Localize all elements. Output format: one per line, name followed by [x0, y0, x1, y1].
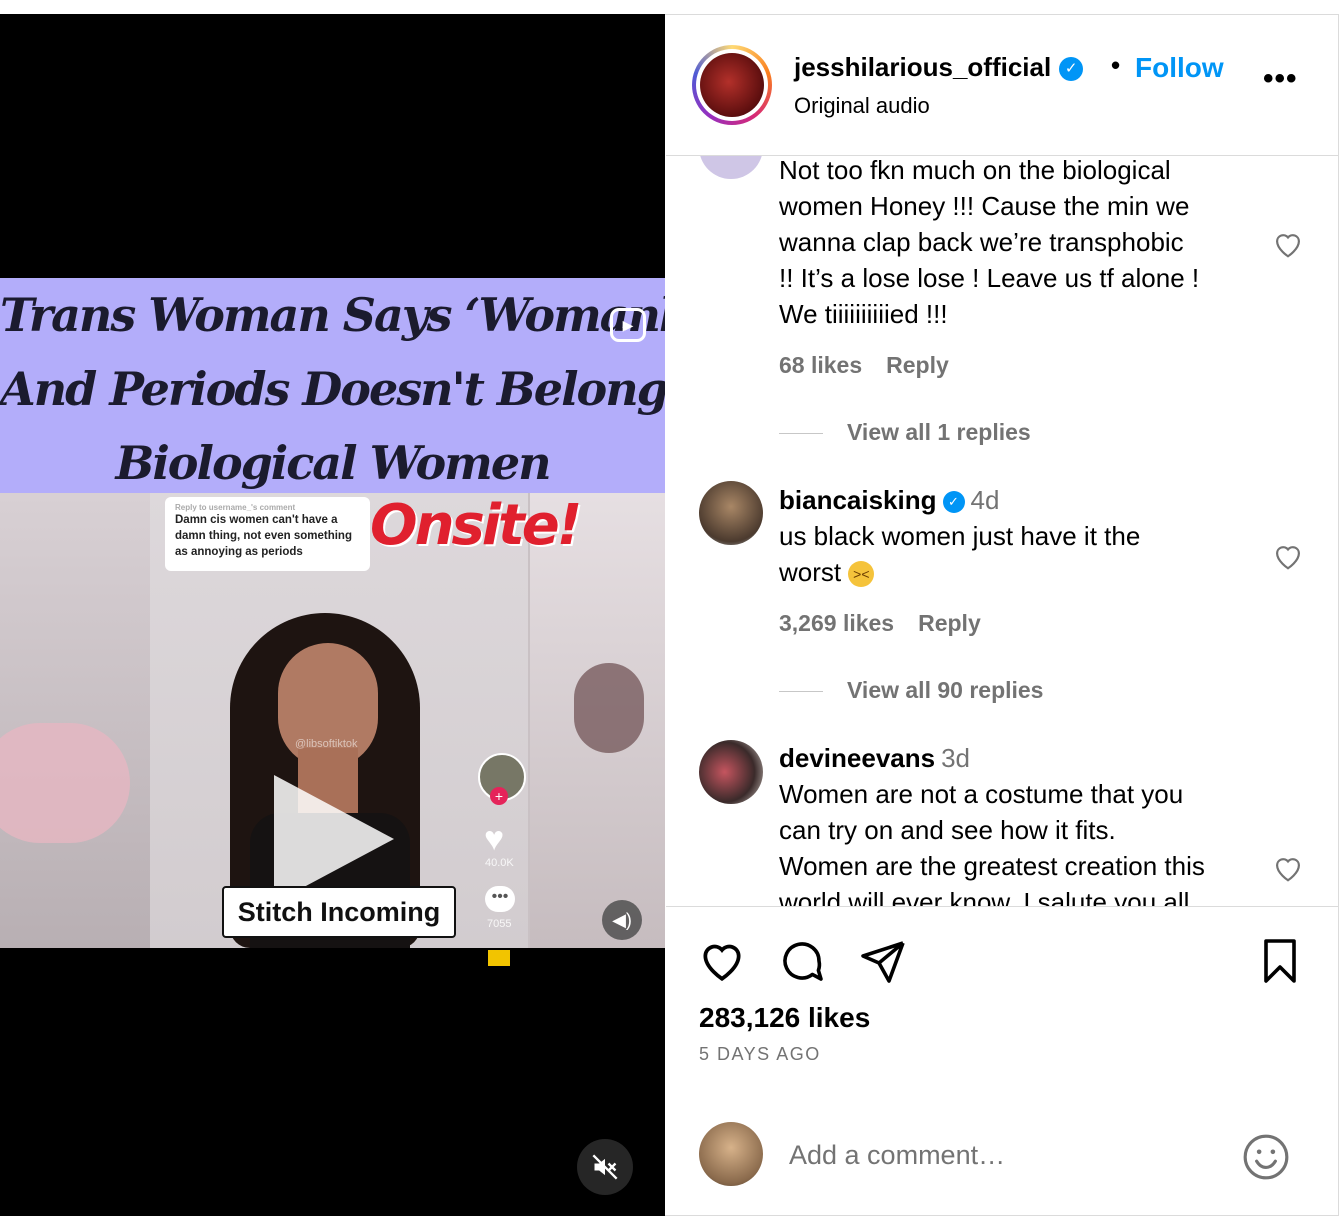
comment-like-heart-icon[interactable]: [1271, 853, 1305, 883]
video-frame[interactable]: Trans Woman Says ‘Womanhood’ And Periods…: [0, 278, 665, 948]
separator-dot: •: [1111, 50, 1121, 80]
comment-line: !! It’s a lose lose ! Leave us tf alone …: [779, 263, 1200, 293]
video-player[interactable]: Trans Woman Says ‘Womanhood’ And Periods…: [0, 14, 665, 1216]
emoji-icon[interactable]: [1241, 1132, 1291, 1182]
current-user-avatar: [699, 1122, 763, 1186]
comment-line: world will ever know. I salute you all: [779, 887, 1190, 907]
comment-like-heart-icon[interactable]: [1271, 541, 1305, 571]
comment-line: We tiiiiiiiiiied !!!: [779, 299, 948, 329]
comment-meta: 68 likes Reply: [779, 352, 949, 379]
comment-input[interactable]: Add a comment…: [789, 1140, 1005, 1171]
verified-icon: ✓: [942, 491, 965, 514]
view-replies-label[interactable]: View all 90 replies: [847, 677, 1043, 703]
bubble-header: Reply to username_'s comment: [175, 503, 296, 512]
scene-left-panel: [0, 493, 150, 948]
banner-line: And Periods Doesn't Belong To: [0, 362, 665, 416]
stitch-caption: Stitch Incoming: [222, 886, 456, 938]
scene-pink-blur: [0, 723, 130, 843]
author-avatar[interactable]: [692, 45, 772, 125]
tiktok-share-icon: [488, 950, 510, 966]
bubble-text: Damn cis women can't have a damn thing, …: [175, 514, 352, 558]
tired-face-emoji: ><: [848, 561, 875, 588]
watermark: @libsoftiktok: [295, 738, 358, 750]
share-icon[interactable]: [859, 937, 907, 985]
comment-line: Women are the greatest creation this: [779, 851, 1205, 881]
comments-list[interactable]: Not too fkn much on the biological women…: [666, 156, 1338, 907]
play-icon[interactable]: [274, 775, 394, 903]
view-replies-button[interactable]: View all 90 replies: [779, 677, 1043, 704]
reply-bubble: Reply to username_'s comment Damn cis wo…: [165, 497, 370, 571]
comment-line: can try on and see how it fits.: [779, 815, 1116, 845]
audio-link[interactable]: Original audio: [794, 93, 930, 119]
tiktok-likes-count: 40.0K: [485, 857, 514, 869]
tiktok-comment-icon: •••: [485, 886, 515, 912]
comment-time: 3d: [941, 743, 971, 773]
comment-line: Not too fkn much on the biological: [779, 156, 1171, 185]
comment-avatar[interactable]: [699, 740, 763, 804]
heart-icon[interactable]: [697, 937, 747, 983]
author-username[interactable]: jesshilarious_official ✓: [794, 52, 1084, 83]
onsite-logo: Onsite!: [370, 493, 582, 558]
add-comment-bar: Add a comment…: [666, 1107, 1338, 1215]
comment-body: devineevans 3d Women are not a costume th…: [779, 740, 1269, 907]
post-time-ago: 5 DAYS AGO: [699, 1044, 821, 1064]
comment-like-heart-icon[interactable]: [1271, 229, 1305, 259]
verified-icon: ✓: [1059, 57, 1084, 82]
comment-body: biancaisking ✓ 4d us black women just have…: [779, 482, 1269, 590]
comment-likes[interactable]: 3,269 likes: [779, 610, 894, 636]
post-likes[interactable]: 283,126 likes: [699, 1002, 870, 1034]
view-replies-label[interactable]: View all 1 replies: [847, 419, 1031, 445]
tiktok-comments-count: 7055: [487, 918, 512, 930]
comment-line: Women are not a costume that you: [779, 779, 1184, 809]
comment-line: us black women just have it the: [779, 521, 1141, 551]
comment-time: 4d: [970, 485, 1000, 515]
tiktok-heart-icon: ♥: [484, 820, 505, 858]
comment-likes[interactable]: 68 likes: [779, 352, 862, 378]
comment-line: women Honey !!! Cause the min we: [779, 191, 1190, 221]
comment-reply-button[interactable]: Reply: [918, 610, 981, 636]
comment-username[interactable]: biancaisking: [779, 485, 937, 515]
replies-rule: [779, 433, 823, 435]
video-scene: Reply to username_'s comment Damn cis wo…: [0, 493, 665, 948]
banner-line: Biological Women: [115, 436, 551, 490]
mute-button[interactable]: [577, 1139, 633, 1195]
post-header: jesshilarious_official ✓ • Follow Origina…: [666, 14, 1338, 156]
bookmark-icon[interactable]: [1258, 937, 1302, 985]
banner-line: Trans Woman Says ‘Womanhood’: [0, 288, 665, 342]
comment-text: Not too fkn much on the biological women…: [779, 156, 1269, 332]
comment-avatar[interactable]: [699, 156, 763, 179]
comment-line: worst: [779, 557, 842, 587]
tiktok-follow-icon: +: [490, 787, 508, 805]
comment-avatar[interactable]: [699, 481, 763, 545]
view-replies-button[interactable]: View all 1 replies: [779, 419, 1031, 446]
replies-rule: [779, 691, 823, 693]
reel-icon: ▶: [610, 308, 646, 342]
comment-reply-button[interactable]: Reply: [886, 352, 949, 378]
comment-meta: 3,269 likes Reply: [779, 610, 981, 637]
follow-button[interactable]: Follow: [1135, 52, 1224, 84]
video-title-banner: Trans Woman Says ‘Womanhood’ And Periods…: [0, 278, 665, 493]
comment-icon[interactable]: [778, 937, 826, 985]
more-icon[interactable]: •••: [1263, 62, 1298, 96]
volume-icon[interactable]: ◀): [602, 900, 642, 940]
post-actions: 283,126 likes 5 DAYS AGO: [666, 907, 1338, 1107]
author-username-text[interactable]: jesshilarious_official: [794, 52, 1051, 82]
scene-blurred-person: [574, 663, 644, 753]
mute-icon: [592, 1154, 618, 1180]
comment-line: wanna clap back we’re transphobic: [779, 227, 1184, 257]
comment-username[interactable]: devineevans: [779, 743, 935, 773]
